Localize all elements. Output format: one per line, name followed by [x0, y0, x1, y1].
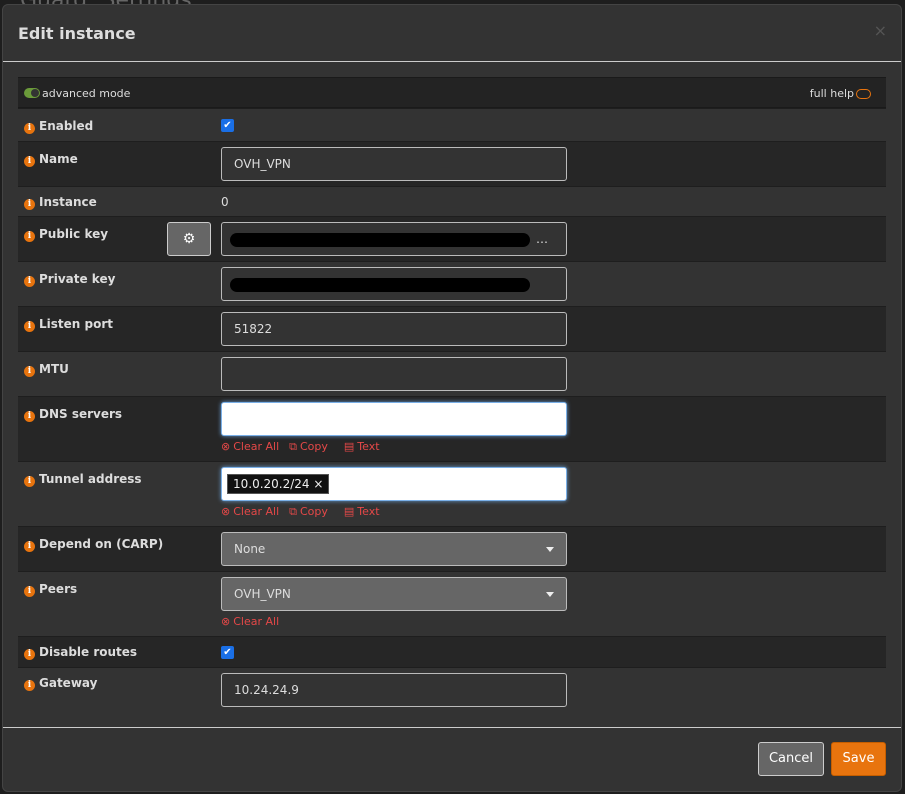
- advanced-mode-toggle[interactable]: [24, 88, 40, 98]
- document-icon: ▤: [343, 440, 355, 453]
- label-disable-routes: Disable routes: [39, 645, 138, 659]
- info-icon[interactable]: i: [24, 321, 35, 332]
- row-private-key: i Private key: [18, 261, 886, 306]
- mtu-input[interactable]: [221, 357, 567, 391]
- remove-tag-icon[interactable]: ×: [313, 477, 323, 491]
- advanced-mode-label: advanced mode: [42, 87, 131, 100]
- row-name: i Name OVH_VPN: [18, 141, 886, 186]
- full-help-label: full help: [809, 87, 854, 100]
- gear-icon: ⚙: [182, 231, 196, 247]
- label-name: Name: [39, 152, 78, 166]
- label-enabled: Enabled: [39, 119, 94, 133]
- info-icon[interactable]: i: [24, 541, 35, 552]
- tunnel-address-input[interactable]: 10.0.20.2/24 ×: [221, 467, 567, 501]
- enabled-checkbox[interactable]: ✔: [221, 119, 234, 132]
- edit-instance-dialog: Edit instance × advanced mode full help …: [2, 4, 902, 792]
- listen-port-input[interactable]: 51822: [221, 312, 567, 346]
- generate-keys-button[interactable]: ⚙: [167, 222, 211, 256]
- mode-bar: advanced mode full help: [18, 77, 886, 108]
- info-icon[interactable]: i: [24, 199, 35, 210]
- info-icon[interactable]: i: [24, 231, 35, 242]
- row-listen-port: i Listen port 51822: [18, 306, 886, 351]
- label-gateway: Gateway: [39, 676, 98, 690]
- row-tunnel-address: i Tunnel address 10.0.20.2/24 × ⊗ Clear Al…: [18, 461, 886, 526]
- peers-select[interactable]: OVH_VPN: [221, 577, 567, 611]
- redacted-scribble: [230, 233, 530, 247]
- dialog-title: Edit instance: [18, 24, 136, 43]
- info-icon[interactable]: i: [24, 680, 35, 691]
- copy-icon: ⧉: [289, 440, 297, 453]
- label-depend-on: Depend on (CARP): [39, 537, 164, 551]
- info-icon[interactable]: i: [24, 586, 35, 597]
- dialog-footer-divider: [3, 727, 901, 728]
- clear-all-link[interactable]: ⊗ Clear All: [221, 440, 279, 454]
- redacted-scribble: [230, 278, 530, 292]
- row-instance: i Instance 0: [18, 186, 886, 216]
- document-icon: ▤: [343, 505, 355, 518]
- name-input[interactable]: OVH_VPN: [221, 147, 567, 181]
- row-depend-on: i Depend on (CARP) None: [18, 526, 886, 571]
- copy-link[interactable]: ⧉ Copy: [289, 440, 328, 454]
- info-icon[interactable]: i: [24, 123, 35, 134]
- disable-routes-checkbox[interactable]: ✔: [221, 646, 234, 659]
- copy-icon: ⧉: [289, 505, 297, 518]
- info-icon[interactable]: i: [24, 366, 35, 377]
- info-icon[interactable]: i: [24, 411, 35, 422]
- dns-servers-input[interactable]: [221, 402, 567, 436]
- label-peers: Peers: [39, 582, 78, 596]
- row-enabled: i Enabled ✔: [18, 108, 886, 141]
- save-button[interactable]: Save: [831, 742, 886, 776]
- x-circle-icon: ⊗: [221, 505, 231, 518]
- public-key-input[interactable]: …: [221, 222, 567, 256]
- x-circle-icon: ⊗: [221, 440, 231, 453]
- info-icon[interactable]: i: [24, 156, 35, 167]
- row-mtu: i MTU: [18, 351, 886, 396]
- row-peers: i Peers OVH_VPN ⊗ Clear All: [18, 571, 886, 636]
- clear-all-link[interactable]: ⊗ Clear All: [221, 505, 279, 519]
- label-listen-port: Listen port: [39, 317, 113, 331]
- row-public-key: i Public key ⚙ …: [18, 216, 886, 261]
- instance-value: 0: [221, 195, 229, 209]
- x-circle-icon: ⊗: [221, 615, 231, 628]
- copy-link[interactable]: ⧉ Copy: [289, 505, 328, 519]
- info-icon[interactable]: i: [24, 649, 35, 660]
- row-disable-routes: i Disable routes ✔: [18, 636, 886, 667]
- label-instance: Instance: [39, 195, 97, 209]
- label-dns-servers: DNS servers: [39, 407, 123, 421]
- close-icon[interactable]: ×: [874, 21, 887, 40]
- row-gateway: i Gateway 10.24.24.9: [18, 667, 886, 712]
- form-table: advanced mode full help i Enabled ✔ i Name…: [18, 77, 886, 712]
- depend-on-select[interactable]: None: [221, 532, 567, 566]
- label-public-key: Public key: [39, 227, 109, 241]
- label-tunnel-address: Tunnel address: [39, 472, 142, 486]
- label-mtu: MTU: [39, 362, 69, 376]
- cancel-button[interactable]: Cancel: [758, 742, 824, 776]
- address-tag: 10.0.20.2/24 ×: [227, 474, 330, 494]
- info-icon[interactable]: i: [24, 476, 35, 487]
- row-dns-servers: i DNS servers ⊗ Clear All ⧉ Copy ▤ Text: [18, 396, 886, 461]
- gateway-input[interactable]: 10.24.24.9: [221, 673, 567, 707]
- clear-all-link[interactable]: ⊗ Clear All: [221, 615, 279, 628]
- label-private-key: Private key: [39, 272, 116, 286]
- private-key-input[interactable]: [221, 267, 567, 301]
- text-link[interactable]: ▤ Text: [344, 505, 380, 519]
- full-help-toggle[interactable]: [856, 89, 871, 99]
- info-icon[interactable]: i: [24, 276, 35, 287]
- dialog-header: Edit instance ×: [3, 5, 901, 62]
- text-link[interactable]: ▤ Text: [344, 440, 380, 454]
